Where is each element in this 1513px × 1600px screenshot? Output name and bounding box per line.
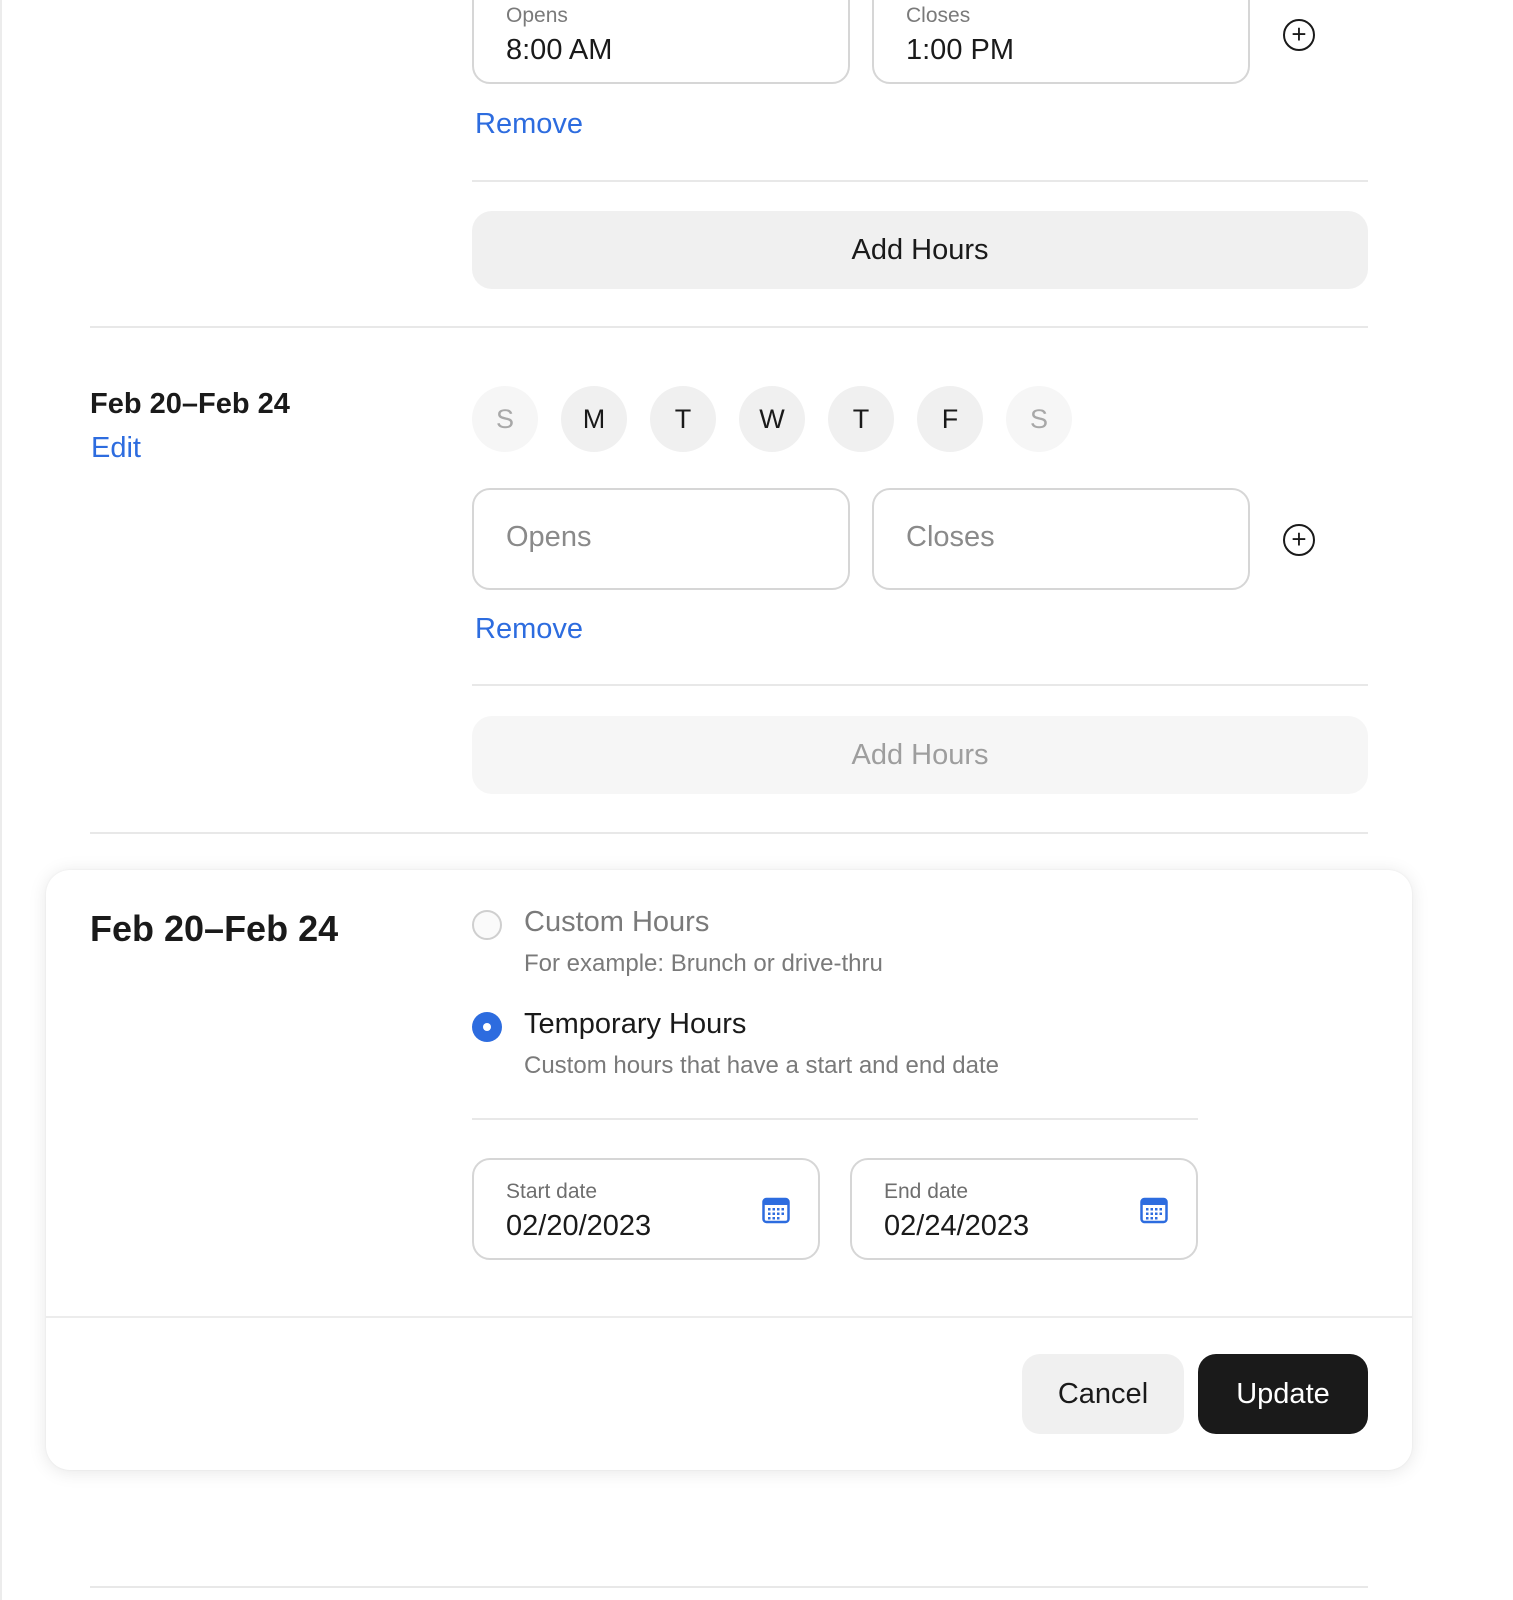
add-hours-button[interactable]: Add Hours (472, 211, 1368, 289)
calendar-icon[interactable] (762, 1196, 790, 1224)
opens-label: Opens (506, 4, 568, 27)
opens-time-field[interactable]: Opens 8:00 AM (472, 0, 850, 84)
section-title: Feb 20–Feb 24 (90, 388, 290, 420)
day-saturday[interactable]: S (1006, 386, 1072, 452)
card-footer-divider (46, 1316, 1412, 1318)
card-title: Feb 20–Feb 24 (90, 908, 339, 949)
closes-time-field[interactable]: Closes 1:00 PM (872, 0, 1250, 84)
left-border (0, 0, 2, 1600)
temporary-hours-subtitle: Custom hours that have a start and end d… (524, 1052, 999, 1079)
opens-value: 8:00 AM (506, 34, 613, 66)
section-divider (90, 1586, 1368, 1588)
closes-time-input[interactable]: Closes (872, 488, 1250, 590)
temporary-hours-radio[interactable] (472, 1012, 502, 1042)
opens-placeholder: Opens (506, 521, 592, 553)
remove-link[interactable]: Remove (475, 108, 583, 141)
calendar-icon[interactable] (1140, 1196, 1168, 1224)
closes-placeholder: Closes (906, 521, 995, 553)
closes-value: 1:00 PM (906, 34, 1014, 66)
custom-hours-radio[interactable] (472, 910, 502, 940)
add-time-range-icon[interactable]: + (1283, 524, 1315, 556)
divider (472, 180, 1368, 182)
custom-hours-subtitle: For example: Brunch or drive-thru (524, 950, 883, 977)
start-date-label: Start date (506, 1180, 598, 1203)
add-hours-button-disabled[interactable]: Add Hours (472, 716, 1368, 794)
hours-editor-page: Opens 8:00 AM Closes 1:00 PM + Remove Ad… (0, 0, 1513, 1600)
end-date-label: End date (884, 1180, 969, 1203)
cancel-button[interactable]: Cancel (1022, 1354, 1184, 1434)
remove-link[interactable]: Remove (475, 613, 583, 646)
day-sunday[interactable]: S (472, 386, 538, 452)
day-friday[interactable]: F (917, 386, 983, 452)
options-divider (472, 1118, 1198, 1120)
section-divider (90, 326, 1368, 328)
edit-hours-card: Feb 20–Feb 24 Custom Hours For example: … (46, 870, 1412, 1470)
day-thursday[interactable]: T (828, 386, 894, 452)
section-divider (90, 832, 1368, 834)
update-button[interactable]: Update (1198, 1354, 1368, 1434)
opens-time-input[interactable]: Opens (472, 488, 850, 590)
add-time-range-icon[interactable]: + (1283, 19, 1315, 51)
day-tuesday[interactable]: T (650, 386, 716, 452)
day-monday[interactable]: M (561, 386, 627, 452)
divider (472, 684, 1368, 686)
temporary-hours-title: Temporary Hours (524, 1008, 747, 1040)
closes-label: Closes (906, 4, 971, 27)
start-date-value: 02/20/2023 (506, 1210, 652, 1242)
day-wednesday[interactable]: W (739, 386, 805, 452)
start-date-field[interactable]: Start date 02/20/2023 (472, 1158, 820, 1260)
end-date-value: 02/24/2023 (884, 1210, 1030, 1242)
custom-hours-title: Custom Hours (524, 906, 710, 938)
end-date-field[interactable]: End date 02/24/2023 (850, 1158, 1198, 1260)
edit-link[interactable]: Edit (91, 432, 141, 465)
